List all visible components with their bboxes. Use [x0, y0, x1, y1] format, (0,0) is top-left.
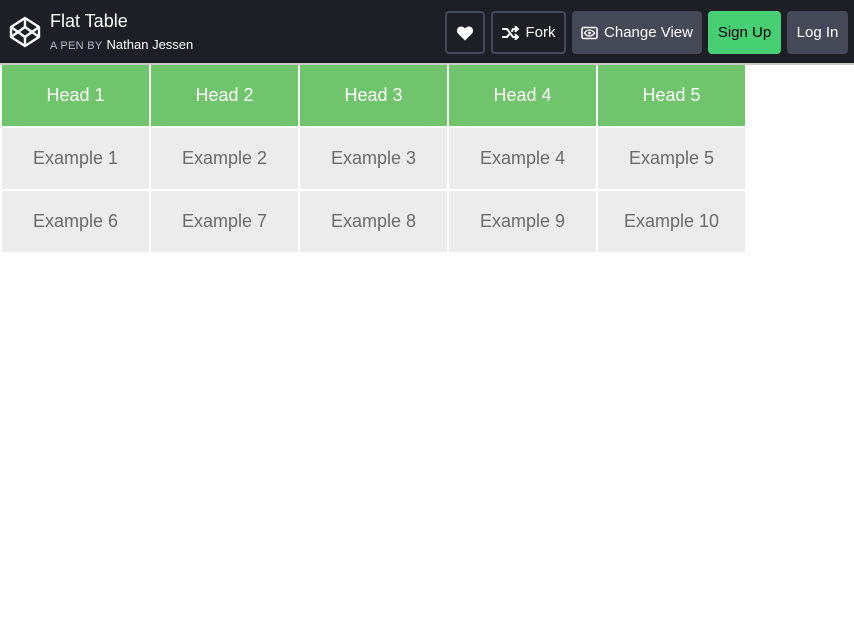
- change-view-button[interactable]: Change View: [572, 11, 702, 54]
- fork-icon: [501, 25, 519, 40]
- table-cell: Example 8: [300, 191, 447, 252]
- change-view-label: Change View: [604, 24, 693, 41]
- sign-up-label: Sign Up: [717, 24, 772, 41]
- table-header-cell: Head 2: [151, 65, 298, 126]
- flat-table: Head 1 Head 2 Head 3 Head 4 Head 5 Examp…: [0, 63, 747, 254]
- table-cell: Example 7: [151, 191, 298, 252]
- fork-button[interactable]: Fork: [491, 11, 566, 54]
- table-header-cell: Head 1: [2, 65, 149, 126]
- table-header-row: Head 1 Head 2 Head 3 Head 4 Head 5: [2, 65, 745, 126]
- fork-label: Fork: [525, 24, 556, 41]
- table-cell: Example 4: [449, 128, 596, 189]
- author-link[interactable]: Nathan Jessen: [107, 37, 194, 52]
- log-in-button[interactable]: Log In: [787, 11, 848, 54]
- eye-box-icon: [581, 26, 598, 39]
- table-row: Example 6 Example 7 Example 8 Example 9 …: [2, 191, 745, 252]
- table-header-cell: Head 3: [300, 65, 447, 126]
- sign-up-button[interactable]: Sign Up: [708, 11, 781, 54]
- topbar: Flat Table A PEN BY Nathan Jessen Fork Ch…: [0, 0, 854, 65]
- table-cell: Example 1: [2, 128, 149, 189]
- table-cell: Example 10: [598, 191, 745, 252]
- table-header-cell: Head 5: [598, 65, 745, 126]
- table-cell: Example 2: [151, 128, 298, 189]
- table-header-cell: Head 4: [449, 65, 596, 126]
- pen-byline: A PEN BY Nathan Jessen: [50, 37, 193, 54]
- flat-table-container: Head 1 Head 2 Head 3 Head 4 Head 5 Examp…: [0, 65, 747, 254]
- table-cell: Example 6: [2, 191, 149, 252]
- codepen-logo-icon[interactable]: [9, 16, 41, 48]
- table-cell: Example 5: [598, 128, 745, 189]
- table-cell: Example 9: [449, 191, 596, 252]
- table-row: Example 1 Example 2 Example 3 Example 4 …: [2, 128, 745, 189]
- heart-icon: [456, 25, 474, 40]
- heart-button[interactable]: [445, 11, 485, 54]
- pen-title[interactable]: Flat Table: [50, 10, 128, 32]
- byline-prefix: A PEN BY: [50, 40, 103, 52]
- log-in-label: Log In: [796, 24, 839, 41]
- table-cell: Example 3: [300, 128, 447, 189]
